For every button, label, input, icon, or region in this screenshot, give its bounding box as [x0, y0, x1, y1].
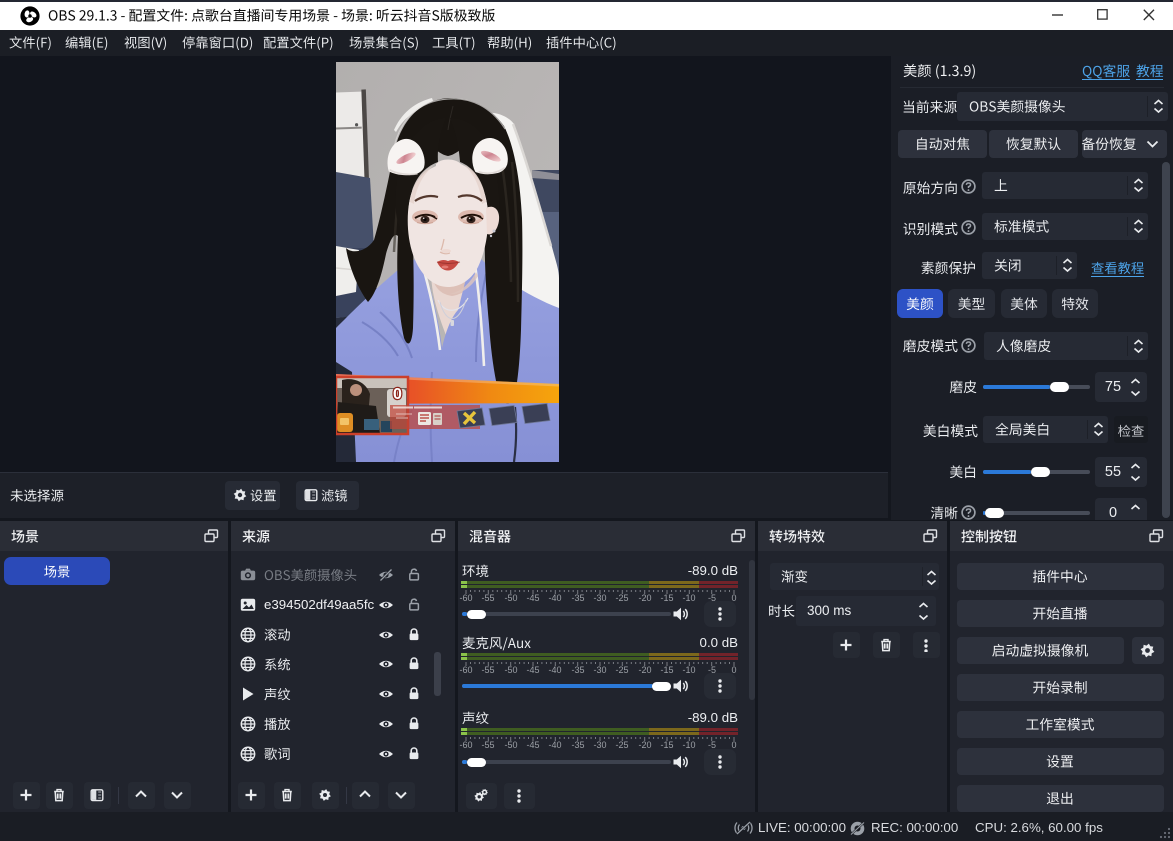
svg-text:0: 0 [393, 386, 402, 403]
